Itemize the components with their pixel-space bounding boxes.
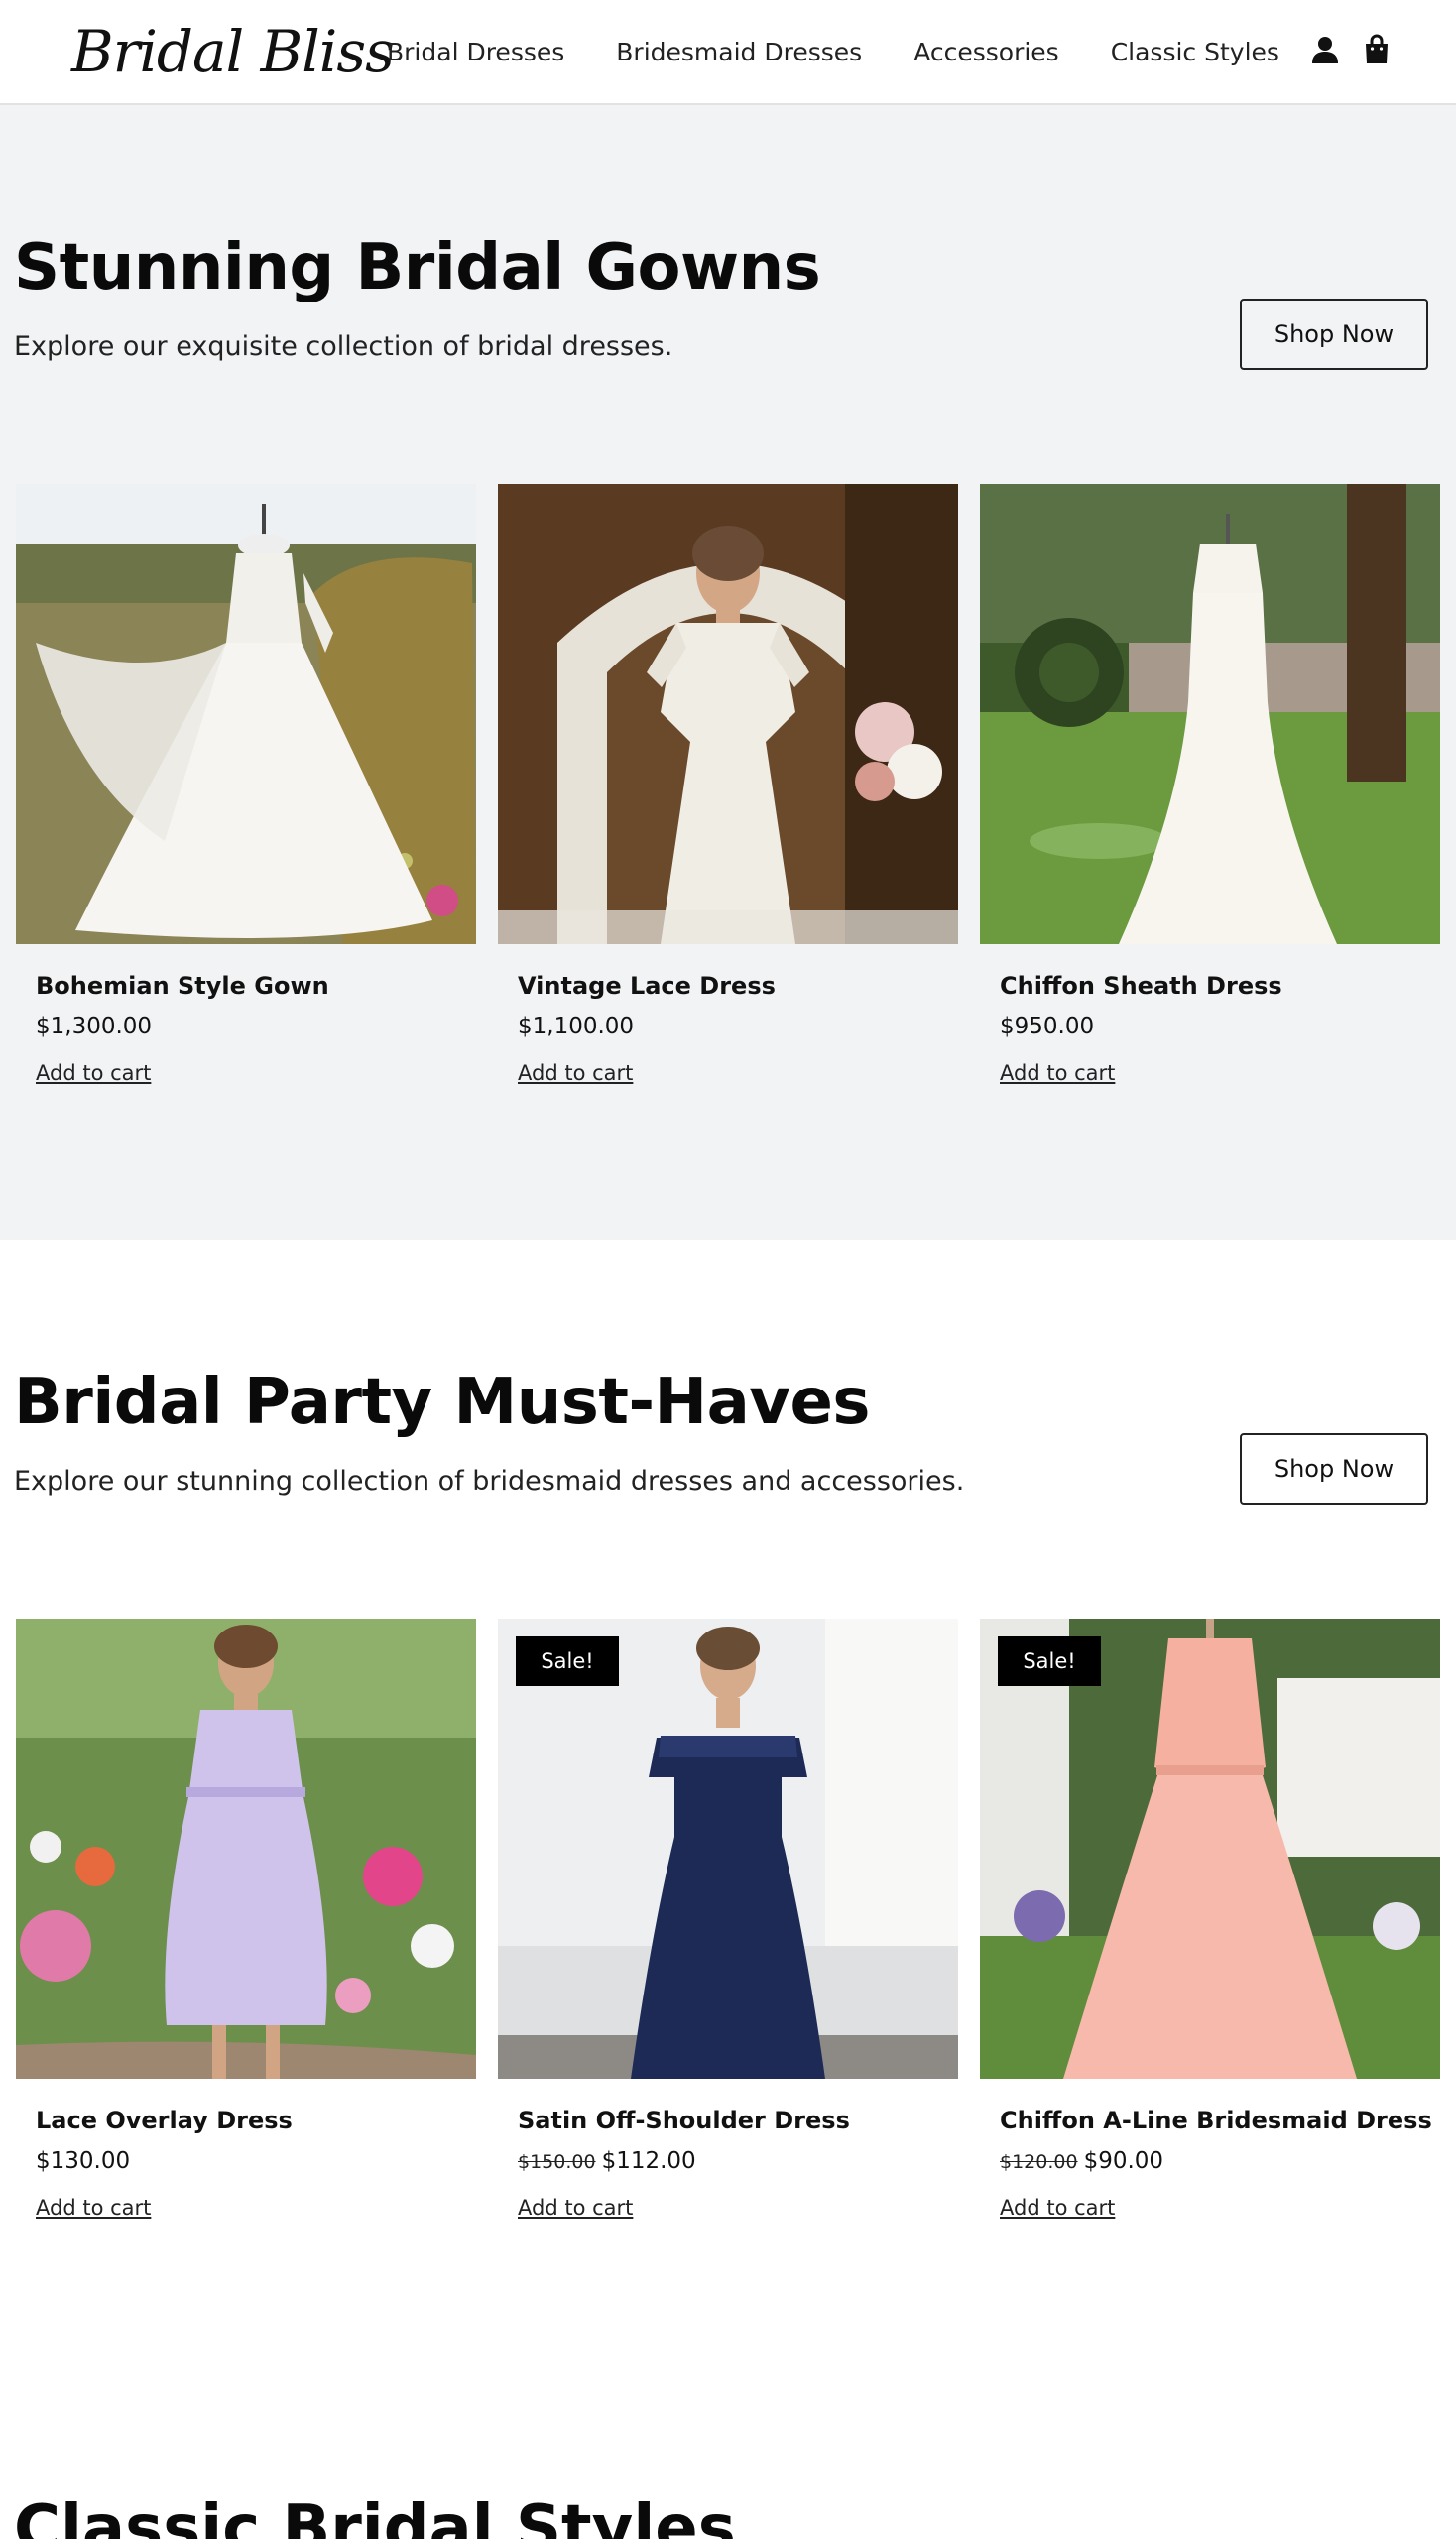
- add-to-cart-link[interactable]: Add to cart: [518, 2196, 633, 2220]
- nav-accessories[interactable]: Accessories: [913, 38, 1059, 66]
- section-title: Classic Bridal Styles: [14, 2492, 736, 2539]
- section-subtitle: Explore our exquisite collection of brid…: [14, 331, 673, 362]
- current-price: $112.00: [601, 2148, 696, 2174]
- add-to-cart-link[interactable]: Add to cart: [1000, 1061, 1115, 1085]
- product-card: Chiffon Sheath Dress $950.00 Add to cart: [980, 484, 1440, 1085]
- section-title: Stunning Bridal Gowns: [14, 231, 821, 304]
- shop-now-button[interactable]: Shop Now: [1240, 1433, 1428, 1505]
- shop-now-button[interactable]: Shop Now: [1240, 299, 1428, 370]
- bridal-gowns-section: Stunning Bridal Gowns Explore our exquis…: [0, 105, 1456, 1240]
- original-price: $120.00: [1000, 2151, 1078, 2173]
- current-price: $130.00: [36, 2148, 131, 2174]
- add-to-cart-link[interactable]: Add to cart: [36, 1061, 151, 1085]
- original-price: $150.00: [518, 2151, 596, 2173]
- product-card: Sale! Satin Off-Shoulder Dress $150.00 $1…: [498, 1619, 958, 2220]
- product-price: $130.00: [36, 2148, 476, 2174]
- add-to-cart-link[interactable]: Add to cart: [518, 1061, 633, 1085]
- product-price: $950.00: [1000, 1014, 1440, 1039]
- current-price: $1,300.00: [36, 1014, 153, 1039]
- product-image[interactable]: [16, 484, 476, 944]
- product-price: $1,300.00: [36, 1014, 476, 1039]
- header-icons: [1309, 34, 1393, 65]
- current-price: $90.00: [1083, 2148, 1164, 2174]
- site-header: Bridal Bliss Bridal Dresses Bridesmaid D…: [0, 0, 1456, 105]
- product-price: $120.00 $90.00: [1000, 2148, 1440, 2174]
- product-name[interactable]: Bohemian Style Gown: [36, 972, 476, 1000]
- product-image[interactable]: [16, 1619, 476, 2079]
- product-price: $150.00 $112.00: [518, 2148, 958, 2174]
- product-card: Sale! Chiffon A-Line Bridesmaid Dress $1…: [980, 1619, 1440, 2220]
- add-to-cart-link[interactable]: Add to cart: [36, 2196, 151, 2220]
- product-image[interactable]: Sale!: [498, 1619, 958, 2079]
- product-card: Lace Overlay Dress $130.00 Add to cart: [16, 1619, 476, 2220]
- add-to-cart-link[interactable]: Add to cart: [1000, 2196, 1115, 2220]
- shopping-bag-icon[interactable]: [1361, 34, 1393, 65]
- nav-bridesmaid-dresses[interactable]: Bridesmaid Dresses: [616, 38, 862, 66]
- section-subtitle: Explore our stunning collection of bride…: [14, 1466, 965, 1497]
- product-card: Vintage Lace Dress $1,100.00 Add to cart: [498, 484, 958, 1085]
- product-name[interactable]: Vintage Lace Dress: [518, 972, 958, 1000]
- product-grid: Bohemian Style Gown $1,300.00 Add to car…: [16, 484, 1440, 1085]
- product-name[interactable]: Chiffon A-Line Bridesmaid Dress: [1000, 2107, 1440, 2134]
- sale-badge: Sale!: [998, 1636, 1101, 1686]
- nav-bridal-dresses[interactable]: Bridal Dresses: [387, 38, 564, 66]
- product-name[interactable]: Satin Off-Shoulder Dress: [518, 2107, 958, 2134]
- product-image[interactable]: [980, 484, 1440, 944]
- product-card: Bohemian Style Gown $1,300.00 Add to car…: [16, 484, 476, 1085]
- brand-logo[interactable]: Bridal Bliss: [71, 14, 395, 89]
- current-price: $950.00: [1000, 1014, 1095, 1039]
- sale-badge: Sale!: [516, 1636, 619, 1686]
- section-title: Bridal Party Must-Haves: [14, 1366, 871, 1439]
- nav-classic-styles[interactable]: Classic Styles: [1111, 38, 1279, 66]
- main-nav: Bridal Dresses Bridesmaid Dresses Access…: [387, 0, 1331, 103]
- product-image[interactable]: [498, 484, 958, 944]
- product-price: $1,100.00: [518, 1014, 958, 1039]
- product-grid: Lace Overlay Dress $130.00 Add to cart S…: [16, 1619, 1440, 2220]
- user-icon[interactable]: [1309, 34, 1341, 65]
- bridal-party-section: Bridal Party Must-Haves Explore our stun…: [0, 1240, 1456, 2539]
- product-image[interactable]: Sale!: [980, 1619, 1440, 2079]
- current-price: $1,100.00: [518, 1014, 635, 1039]
- product-name[interactable]: Chiffon Sheath Dress: [1000, 972, 1440, 1000]
- product-name[interactable]: Lace Overlay Dress: [36, 2107, 476, 2134]
